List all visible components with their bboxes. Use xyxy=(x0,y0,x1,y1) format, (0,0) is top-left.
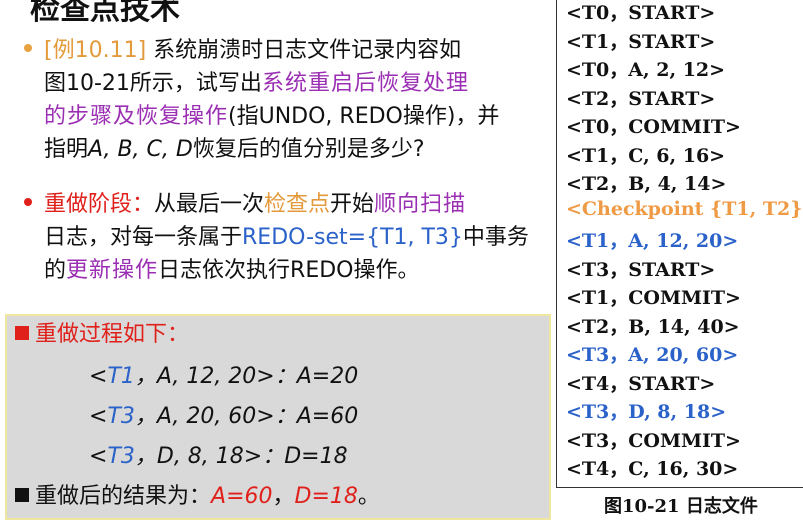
log-entry: <T1，C, 6, 16> xyxy=(566,144,726,167)
example-text-1: 系统崩溃时日志文件记录内容如 xyxy=(146,38,462,63)
step-rest: ，D, 8, 18>： xyxy=(134,444,285,469)
bullet-example: [例10.11] 系统崩溃时日志文件记录内容如 图10-21所示，试写出系统重启… xyxy=(24,34,544,166)
log-entry: <T3，A, 20, 60> xyxy=(566,344,739,366)
example-text-3: (指UNDO, REDO操作)，并 xyxy=(228,104,500,129)
step-tx: T1 xyxy=(107,364,135,389)
result-label: 重做后的结果为： xyxy=(35,484,212,509)
redo-text-6: 日志依次执行REDO操作。 xyxy=(158,258,420,283)
step-rest: ，A, 12, 20>： xyxy=(134,364,297,389)
example-emph-1: 系统重启后恢复处理 xyxy=(261,71,469,96)
redo-emph-scan: 顺向扫描 xyxy=(374,192,467,217)
bullet-dot-icon xyxy=(24,44,32,52)
example-tag: [例10.11] xyxy=(44,38,147,63)
redo-text-4: 中事务 xyxy=(462,225,529,250)
square-bullet-icon xyxy=(15,326,29,340)
log-entry: <Checkpoint {T1, T2}> xyxy=(566,197,803,220)
redo-set: REDO-set={T1, T3} xyxy=(242,225,463,250)
redo-step-3: <T3，D, 8, 18>：D=18 xyxy=(89,444,348,469)
result-a: A=60 xyxy=(211,484,273,509)
bullet-redo-phase: 重做阶段：从最后一次检查点开始顺向扫描 日志，对每一条属于REDO-set={T… xyxy=(24,188,544,287)
redo-text-3: 日志，对每一条属于 xyxy=(44,225,243,250)
redo-text-2: 开始 xyxy=(330,192,375,217)
log-file-panel: <T0，START> <T1，START> <T0，A, 2, 12> <T2，STA… xyxy=(556,0,803,488)
step-rest: ，A, 20, 60>： xyxy=(134,404,297,429)
redo-process-box: 重做过程如下： <T1，A, 12, 20>：A=20 <T3，A, 20, 6… xyxy=(5,314,551,520)
example-text-5: 恢复后的值分别是多少? xyxy=(192,137,425,162)
example-emph-2: 的步骤及恢复操作 xyxy=(44,104,229,129)
redo-result: 重做后的结果为：A=60，D=18。 xyxy=(15,482,380,512)
log-entry: <T3，START> xyxy=(566,258,716,281)
log-entry: <T3，D, 8, 18> xyxy=(566,401,727,423)
redo-phase-label: 重做阶段： xyxy=(44,192,155,217)
slide-title: 检查点技术 xyxy=(30,0,180,27)
log-entry: <T0，COMMIT> xyxy=(566,116,741,138)
redo-step-1: <T1，A, 12, 20>：A=20 xyxy=(89,364,359,389)
redo-emph-checkpoint: 检查点 xyxy=(264,192,331,217)
step-result: A=20 xyxy=(296,364,359,389)
log-entry: <T3，COMMIT> xyxy=(566,429,741,452)
redo-heading: 重做过程如下： xyxy=(15,320,189,350)
result-end: 。 xyxy=(357,484,380,509)
redo-emph-update: 更新操作 xyxy=(66,258,159,283)
log-entry: <T2，B, 4, 14> xyxy=(566,173,727,195)
redo-heading-text: 重做过程如下： xyxy=(35,322,190,347)
log-entry: <T1，A, 12, 20> xyxy=(566,230,739,252)
example-text-4: 指明 xyxy=(44,137,89,162)
log-entry: <T1，COMMIT> xyxy=(566,287,741,309)
bullet-dot-icon xyxy=(24,198,32,206)
result-d: D=18 xyxy=(294,484,358,509)
step-result: A=60 xyxy=(296,404,359,429)
result-sep: ， xyxy=(272,484,295,509)
step-tx: T3 xyxy=(107,404,135,429)
log-entry: <T2，START> xyxy=(566,87,716,110)
log-entry: <T0，START> xyxy=(566,2,716,24)
redo-text-5: 的 xyxy=(44,258,67,283)
log-entry: <T1，START> xyxy=(566,30,716,53)
step-result: D=18 xyxy=(284,444,348,469)
redo-step-2: <T3，A, 20, 60>：A=60 xyxy=(89,404,359,429)
step-tx: T3 xyxy=(107,444,135,469)
log-entry: <T4，START> xyxy=(566,372,716,395)
square-bullet-icon xyxy=(15,488,29,502)
figure-caption: 图10-21 日志文件 xyxy=(604,496,758,517)
example-text-2: 图10-21所示，试写出 xyxy=(44,71,262,96)
log-entry: <T2，B, 14, 40> xyxy=(566,315,740,338)
log-entry: <T0，A, 2, 12> xyxy=(566,59,726,81)
redo-text-1: 从最后一次 xyxy=(154,192,265,217)
example-vars: A, B, C, D xyxy=(88,137,193,162)
log-entry: <T4，C, 16, 30> xyxy=(566,458,739,480)
